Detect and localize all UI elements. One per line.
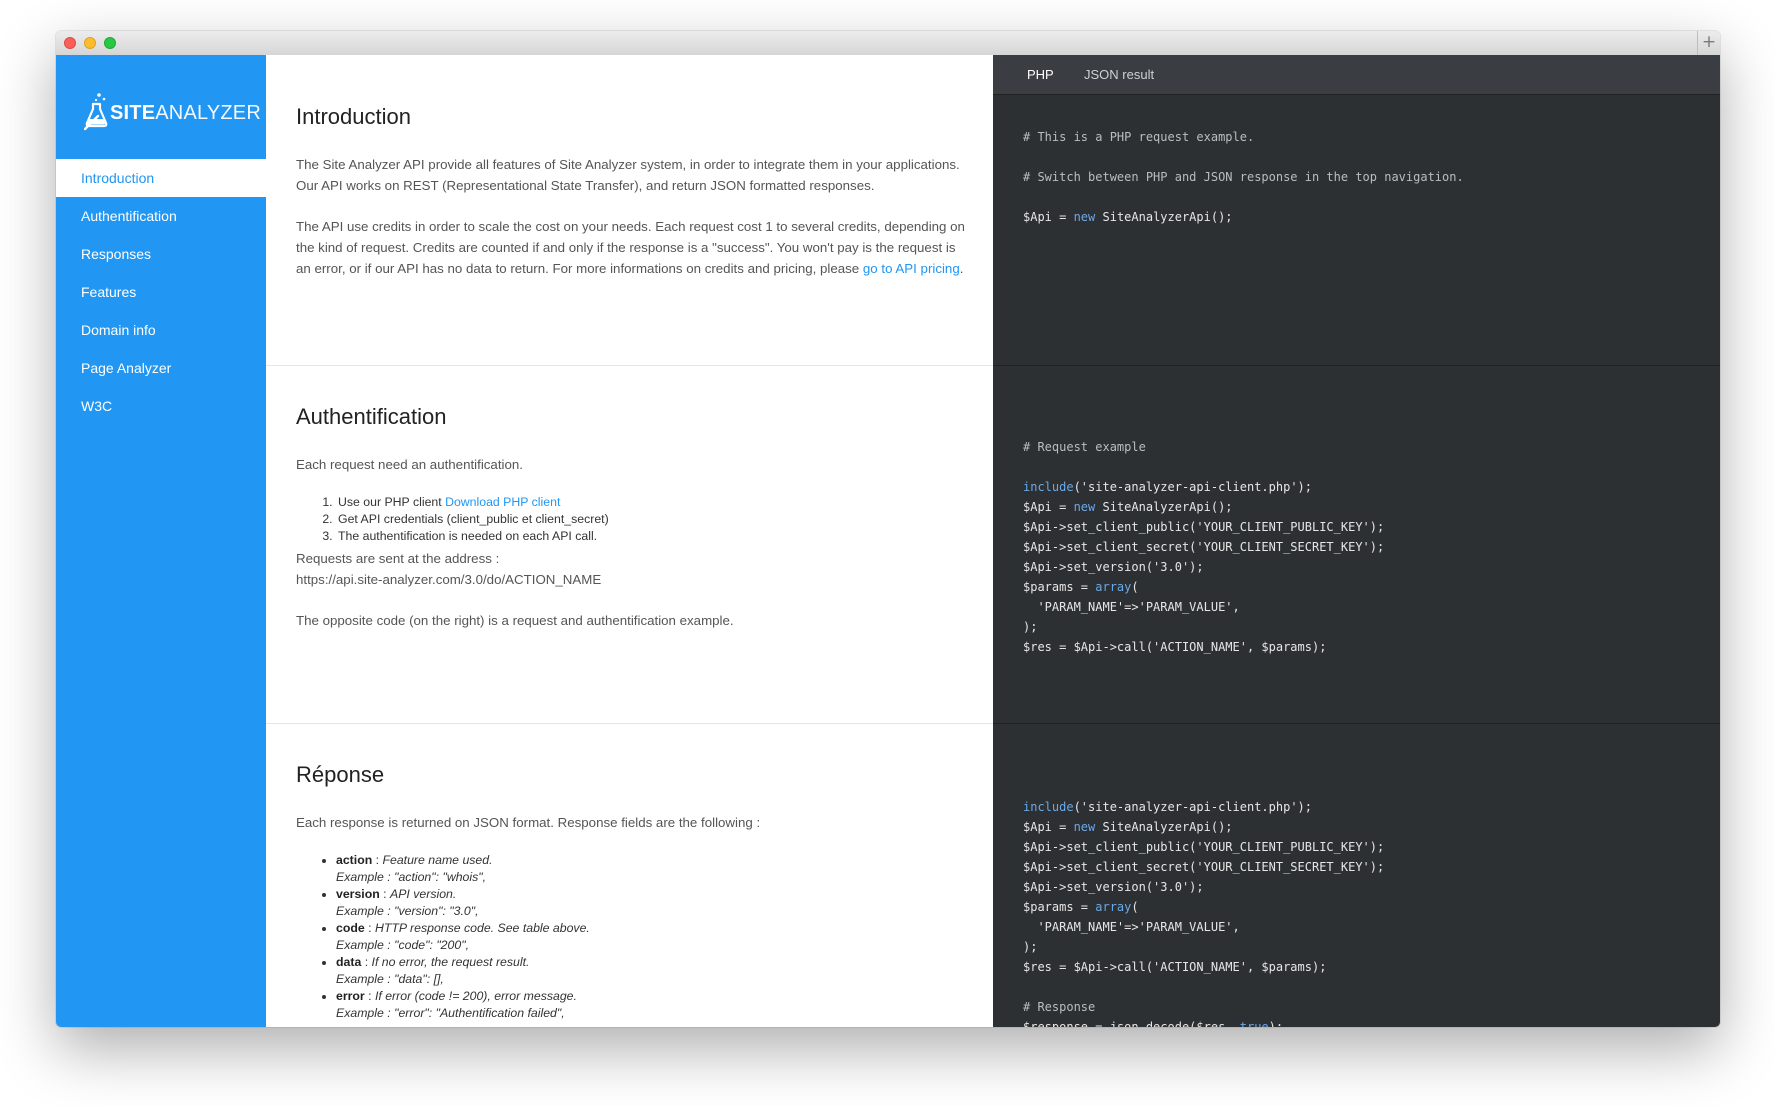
sidebar-nav: Introduction Authentification Responses … (56, 159, 266, 425)
sidebar: SITEANALYZER Introduction Authentificati… (56, 55, 266, 1027)
code-line: ); (1023, 940, 1038, 954)
code-authentification: # Request example include('site-analyzer… (1023, 437, 1384, 657)
code-introduction: # This is a PHP request example. # Switc… (1023, 127, 1464, 227)
field-example: Example : "data": [], (336, 972, 444, 986)
api-pricing-link[interactable]: go to API pricing (863, 261, 960, 276)
code-line: include('site-analyzer-api-client.php'); (1023, 480, 1312, 494)
field-description: If error (code != 200), error message. (374, 989, 577, 1003)
authentification-title: Authentification (296, 404, 447, 429)
field-name: error (336, 989, 365, 1003)
authentification-note: The opposite code (on the right) is a re… (296, 613, 734, 628)
step-item: Use our PHP client Download PHP client (336, 494, 609, 511)
credits-text-end: . (959, 261, 964, 276)
api-address: https://api.site-analyzer.com/3.0/do/ACT… (296, 572, 602, 587)
field-name: data (336, 955, 362, 969)
code-panel: PHP JSON result # This is a PHP request … (993, 55, 1720, 1027)
sidebar-item-page-analyzer[interactable]: Page Analyzer (56, 349, 266, 387)
authentification-lead: Each request need an authentification. (296, 457, 523, 472)
introduction-paragraph: The Site Analyzer API provide all featur… (296, 157, 960, 193)
code-line: $Api = new SiteAnalyzerApi(); (1023, 820, 1233, 834)
field-description: API version. (390, 887, 457, 901)
field-example: Example : "action": "whois", (336, 870, 487, 884)
code-line: include('site-analyzer-api-client.php'); (1023, 800, 1312, 814)
response-field-item: code : HTTP response code. See table abo… (336, 920, 590, 954)
logo-text: SITEANALYZER (110, 102, 261, 124)
code-line: $params = array( (1023, 580, 1139, 594)
introduction-section: Introduction The Site Analyzer API provi… (266, 55, 993, 366)
field-name: action (336, 853, 373, 867)
window-titlebar: + (56, 31, 1720, 56)
authentification-section: Authentification Each request need an au… (266, 366, 993, 724)
sidebar-item-domain-info[interactable]: Domain info (56, 311, 266, 349)
code-line: $res = $Api->call('ACTION_NAME', $params… (1023, 960, 1327, 974)
step-item: Get API credentials (client_public et cl… (336, 511, 609, 528)
response-field-item: error : If error (code != 200), error me… (336, 988, 590, 1022)
tab-php[interactable]: PHP (1027, 55, 1054, 94)
field-description: If no error, the request result. (371, 955, 530, 969)
sidebar-item-introduction[interactable]: Introduction (56, 159, 266, 197)
step-text: Use our PHP client (338, 495, 446, 509)
code-line: $params = array( (1023, 900, 1139, 914)
sidebar-item-features[interactable]: Features (56, 273, 266, 311)
code-line: $Api->set_version('3.0'); (1023, 880, 1204, 894)
code-line: $Api->set_client_public('YOUR_CLIENT_PUB… (1023, 840, 1385, 854)
field-description: Feature name used. (382, 853, 493, 867)
code-block-response: include('site-analyzer-api-client.php');… (993, 724, 1720, 1027)
flask-icon (84, 93, 108, 131)
code-line: $Api->set_client_public('YOUR_CLIENT_PUB… (1023, 520, 1385, 534)
response-field-item: action : Feature name used.Example : "ac… (336, 852, 590, 886)
browser-window: + SITEANALYZER Introduction Authentifica… (56, 31, 1720, 1027)
code-line: $Api->set_client_secret('YOUR_CLIENT_SEC… (1023, 540, 1385, 554)
site-analyzer-logo[interactable]: SITEANALYZER (84, 91, 261, 131)
field-name: version (336, 887, 380, 901)
code-line: # Switch between PHP and JSON response i… (1023, 170, 1464, 184)
minimize-window-button[interactable] (84, 37, 96, 49)
code-line: $Api = new SiteAnalyzerApi(); (1023, 210, 1233, 224)
response-field-item: version : API version.Example : "version… (336, 886, 590, 920)
new-tab-button[interactable]: + (1697, 31, 1720, 55)
documentation-content: Introduction The Site Analyzer API provi… (266, 55, 993, 1027)
code-line: 'PARAM_NAME'=>'PARAM_VALUE', (1023, 920, 1240, 934)
code-language-tabs: PHP JSON result (993, 55, 1720, 95)
introduction-title: Introduction (296, 104, 411, 129)
code-block-introduction: # This is a PHP request example. # Switc… (993, 95, 1720, 366)
response-title: Réponse (296, 762, 385, 787)
sidebar-item-responses[interactable]: Responses (56, 235, 266, 273)
response-section: Réponse Each response is returned on JSO… (266, 724, 993, 1027)
code-line: $Api->set_version('3.0'); (1023, 560, 1204, 574)
code-line: $Api = new SiteAnalyzerApi(); (1023, 500, 1233, 514)
field-name: code (336, 921, 365, 935)
field-example: Example : "version": "3.0", (336, 904, 479, 918)
field-description: HTTP response code. See table above. (374, 921, 590, 935)
code-line: # This is a PHP request example. (1023, 130, 1255, 144)
code-line: # Request example (1023, 440, 1146, 454)
code-line: $response = json_decode($res, true); (1023, 1020, 1284, 1027)
response-field-item: data : If no error, the request result.E… (336, 954, 590, 988)
sidebar-item-authentification[interactable]: Authentification (56, 197, 266, 235)
address-label: Requests are sent at the address : (296, 551, 500, 566)
code-response: include('site-analyzer-api-client.php');… (1023, 797, 1384, 1027)
code-block-authentification: # Request example include('site-analyzer… (993, 366, 1720, 724)
code-line: $res = $Api->call('ACTION_NAME', $params… (1023, 640, 1327, 654)
credits-paragraph: The API use credits in order to scale th… (296, 216, 966, 279)
code-line: # Response (1023, 1000, 1096, 1014)
response-fields-list: action : Feature name used.Example : "ac… (336, 852, 590, 1022)
authentification-steps: Use our PHP client Download PHP client G… (336, 494, 609, 545)
download-php-client-link[interactable]: Download PHP client (445, 495, 560, 509)
code-line: 'PARAM_NAME'=>'PARAM_VALUE', (1023, 600, 1240, 614)
close-window-button[interactable] (64, 37, 76, 49)
step-item: The authentification is needed on each A… (336, 528, 609, 545)
tab-json-result[interactable]: JSON result (1084, 55, 1154, 94)
code-line: $Api->set_client_secret('YOUR_CLIENT_SEC… (1023, 860, 1385, 874)
response-lead: Each response is returned on JSON format… (296, 815, 761, 830)
field-example: Example : "error": "Authentification fai… (336, 1006, 565, 1020)
field-example: Example : "code": "200", (336, 938, 469, 952)
zoom-window-button[interactable] (104, 37, 116, 49)
sidebar-item-w3c[interactable]: W3C (56, 387, 266, 425)
code-line: ); (1023, 620, 1038, 634)
